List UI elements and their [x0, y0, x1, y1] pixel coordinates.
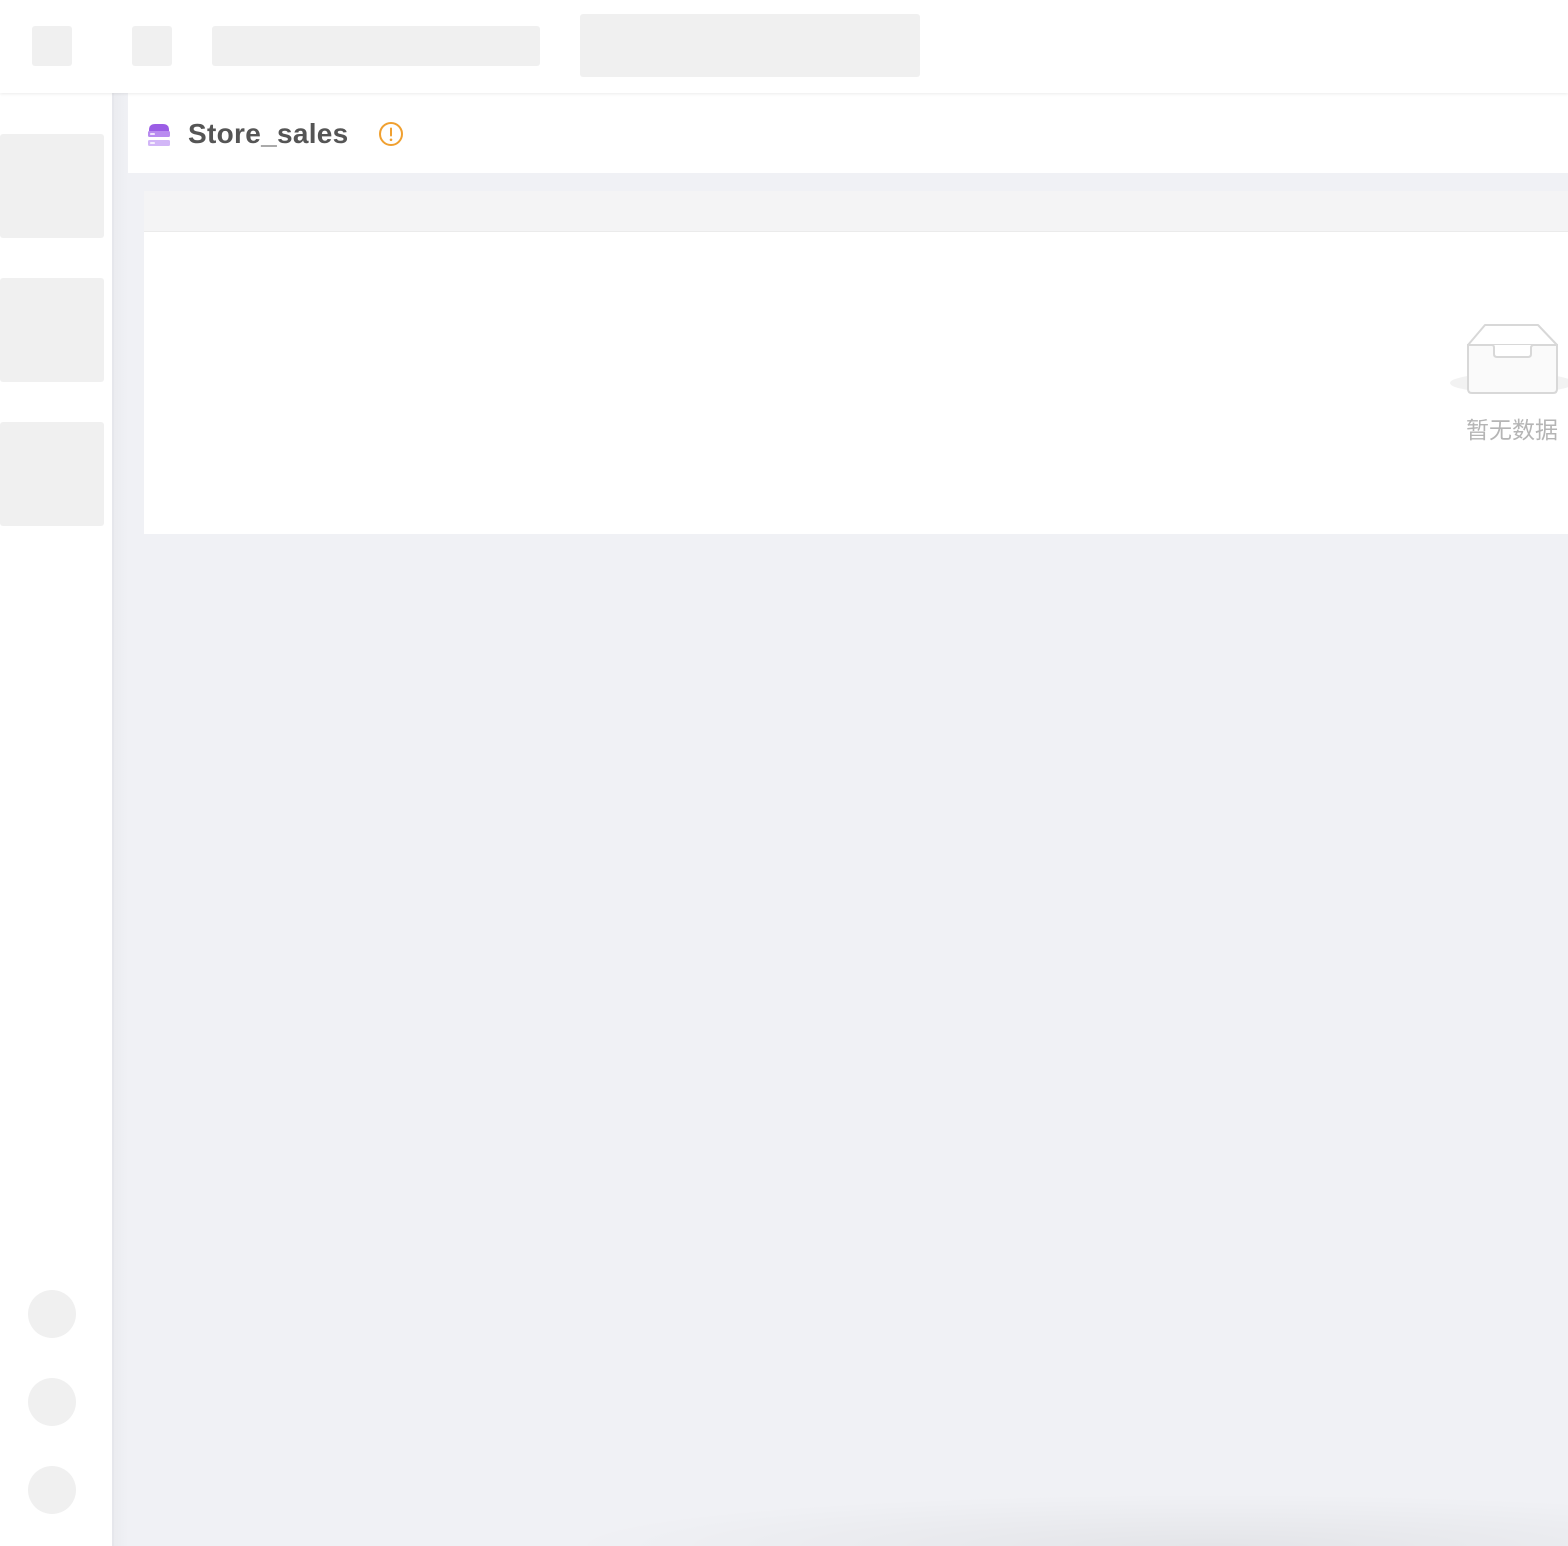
- sidebar-item-placeholder: [0, 278, 104, 382]
- page-title: Store_sales: [188, 118, 349, 149]
- data-table: 暂无数据: [144, 191, 1568, 534]
- logo-placeholder: [32, 26, 72, 66]
- search-placeholder: [580, 14, 920, 77]
- top-bar: [0, 0, 1568, 93]
- sidebar-avatar-placeholder: [28, 1378, 76, 1426]
- sidebar-item-placeholder: [0, 134, 104, 238]
- main-content: Store_sales 暂无数据: [114, 93, 1568, 1546]
- content-edge: [114, 93, 128, 1546]
- sidebar-avatar-placeholder: [28, 1466, 76, 1514]
- empty-state-text: 暂无数据: [1466, 418, 1558, 444]
- sidebar: [0, 93, 114, 1546]
- sidebar-avatar-placeholder: [28, 1290, 76, 1338]
- warning-icon[interactable]: [378, 121, 404, 147]
- database-icon: [148, 124, 170, 146]
- table-header: [144, 191, 1568, 232]
- title-bar: Store_sales: [128, 93, 1568, 173]
- nav-placeholder: [132, 26, 172, 66]
- breadcrumb-placeholder: [212, 26, 540, 66]
- empty-inbox-icon: [1450, 324, 1568, 394]
- sidebar-item-placeholder: [0, 422, 104, 526]
- bottom-shade: [554, 1493, 1568, 1546]
